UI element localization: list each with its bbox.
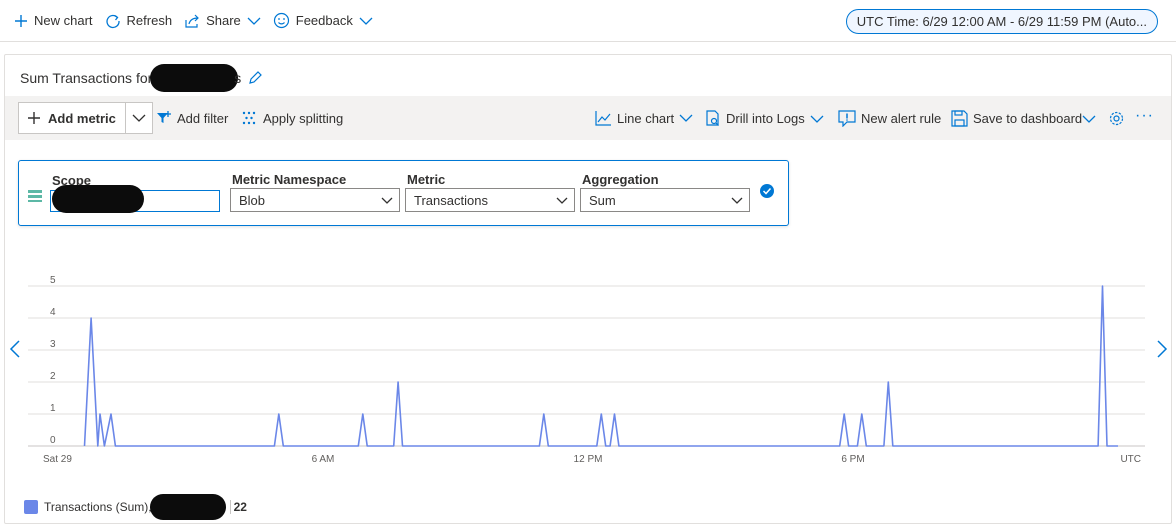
more-options-label: ···: [1135, 107, 1154, 124]
filter-icon: [157, 111, 171, 123]
new-chart-button[interactable]: New chart: [14, 13, 93, 28]
legend-total-value: 22: [229, 500, 247, 514]
chevron-down-icon: [1082, 115, 1096, 123]
y-axis: 0 1 2 3 4 5: [50, 275, 56, 446]
aggregation-value: Sum: [589, 192, 616, 208]
apply-splitting-label: Apply splitting: [263, 110, 344, 126]
add-metric-label: Add metric: [48, 110, 116, 126]
confirm-check-icon[interactable]: [760, 184, 774, 198]
refresh-button[interactable]: Refresh: [105, 13, 173, 29]
metric-namespace-label: Metric Namespace: [232, 172, 347, 187]
y-tick-label: 2: [50, 371, 56, 382]
redacted-scope-value: [52, 185, 144, 213]
feedback-label: Feedback: [295, 13, 353, 28]
refresh-icon: [105, 14, 120, 28]
y-tick-label: 5: [50, 275, 56, 286]
logs-search-icon: [706, 110, 719, 126]
redacted-resource-name: [150, 64, 239, 92]
legend-swatch: [24, 500, 38, 514]
legend-series-label: Transactions (Sum),: [44, 500, 152, 514]
metric-selector: Scope Metric Namespace Blob Metric Trans…: [18, 160, 789, 226]
chart-grid: [28, 285, 1145, 447]
share-icon: [185, 14, 199, 28]
add-metric-split-button[interactable]: Add metric: [18, 102, 153, 134]
chart-title-suffix: s: [234, 70, 242, 86]
line-chart-icon: [595, 111, 611, 126]
redacted-legend-resource: [149, 494, 226, 520]
refresh-label: Refresh: [126, 13, 173, 28]
time-range-picker[interactable]: UTC Time: 6/29 12:00 AM - 6/29 11:59 PM …: [845, 9, 1158, 34]
x-axis: Sat 29 6 AM 12 PM 6 PM UTC: [43, 454, 1141, 465]
chart-settings-button[interactable]: [1108, 110, 1125, 127]
chart-legend[interactable]: Transactions (Sum), 22: [24, 494, 247, 520]
chevron-down-icon: [679, 114, 693, 122]
chart-title-text: Sum Transactions for: [20, 70, 153, 86]
line-chart-label: Line chart: [617, 110, 675, 126]
metric-value: Transactions: [414, 192, 488, 208]
y-tick-label: 4: [50, 307, 56, 318]
add-filter-button[interactable]: Add filter: [155, 110, 228, 126]
metric-namespace-value: Blob: [239, 192, 266, 208]
chevron-down-icon: [359, 17, 373, 25]
y-tick-label: 0: [50, 435, 56, 446]
y-tick-label: 1: [50, 403, 56, 414]
add-filter-label: Add filter: [177, 110, 229, 126]
metric-color-icon: [28, 190, 42, 202]
y-tick-label: 3: [50, 339, 56, 350]
new-alert-rule-button[interactable]: New alert rule: [838, 110, 941, 127]
more-options-button[interactable]: ···: [1135, 107, 1154, 125]
chevron-down-icon: [247, 17, 261, 25]
line-chart-dropdown[interactable]: Line chart: [595, 110, 693, 126]
chart-series: [83, 285, 1118, 447]
chevron-down-icon: [381, 197, 393, 204]
feedback-button[interactable]: Feedback: [273, 12, 373, 29]
share-label: Share: [206, 13, 241, 28]
chevron-down-icon: [132, 114, 146, 122]
pencil-edit-icon[interactable]: [247, 70, 263, 86]
plus-icon: [15, 14, 27, 27]
save-to-dashboard-label: Save to dashboard: [973, 111, 1083, 126]
time-range-label: UTC Time: 6/29 12:00 AM - 6/29 11:59 PM …: [856, 14, 1147, 29]
new-chart-label: New chart: [34, 13, 93, 28]
smiley-icon: [273, 12, 289, 29]
x-tick-label: 6 PM: [841, 454, 864, 465]
x-tick-label: 12 PM: [574, 454, 603, 465]
chevron-down-icon: [731, 197, 743, 204]
save-to-dashboard-dropdown[interactable]: Save to dashboard: [951, 110, 1096, 127]
aggregation-select[interactable]: Sum: [580, 188, 750, 212]
new-alert-rule-label: New alert rule: [861, 111, 942, 126]
drill-into-logs-dropdown[interactable]: Drill into Logs: [705, 110, 824, 127]
series-line-transactions: [83, 285, 1118, 447]
x-tick-label: Sat 29: [43, 454, 72, 465]
transactions-line-chart: 0 1 2 3 4 5 Sat 29 6 AM 12 PM 6 PM UTC: [28, 275, 1145, 465]
aggregation-label: Aggregation: [582, 172, 659, 187]
plus-icon: [28, 112, 40, 124]
metric-label: Metric: [407, 172, 446, 187]
alert-icon: [838, 110, 856, 127]
chevron-down-icon: [556, 197, 568, 204]
gear-icon: [1109, 111, 1124, 126]
apply-splitting-button[interactable]: Apply splitting: [241, 110, 343, 126]
add-metric-button[interactable]: Add metric: [19, 103, 126, 133]
metric-namespace-select[interactable]: Blob: [230, 188, 400, 212]
add-metric-dropdown[interactable]: [126, 103, 152, 133]
save-icon: [951, 110, 968, 127]
chart-title: Sum Transactions for s: [20, 64, 263, 92]
command-bar: New chart Refresh Share Feedback UTC Tim…: [0, 0, 1176, 42]
drill-into-logs-label: Drill into Logs: [726, 111, 805, 126]
chevron-down-icon: [810, 115, 824, 123]
x-tick-label: 6 AM: [312, 454, 335, 465]
x-tick-label: UTC: [1120, 454, 1141, 465]
splitting-icon: [242, 111, 256, 125]
metric-select[interactable]: Transactions: [405, 188, 575, 212]
share-button[interactable]: Share: [184, 13, 261, 29]
